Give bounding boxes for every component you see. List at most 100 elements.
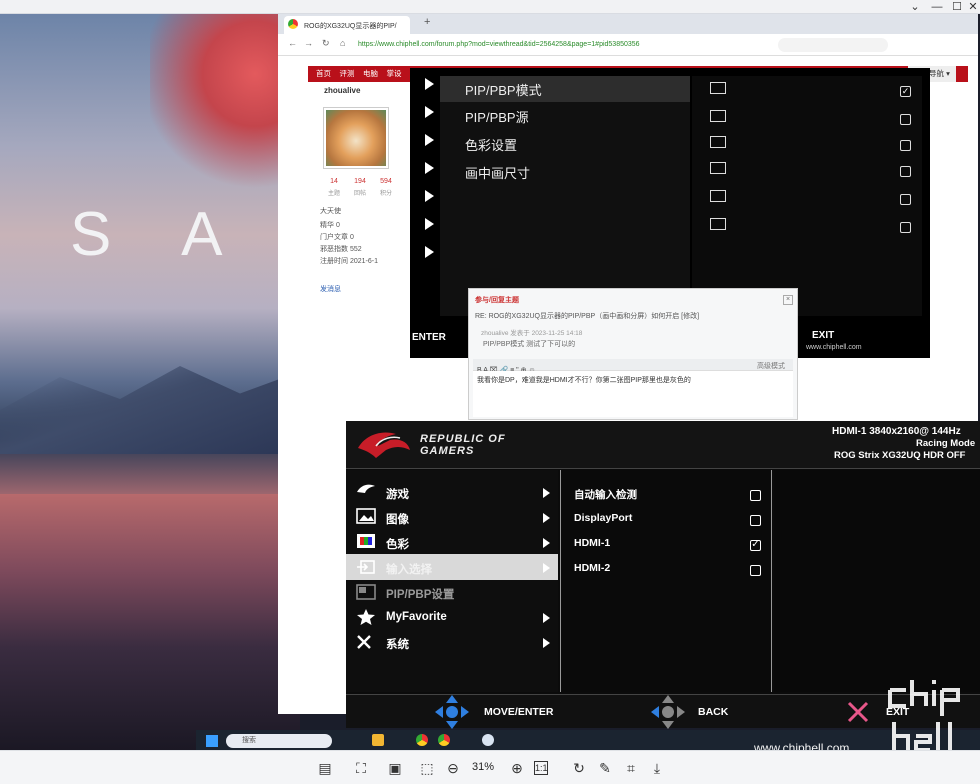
checkbox[interactable]	[750, 565, 761, 576]
move-enter-label: MOVE/ENTER	[484, 706, 554, 718]
mode-status: Racing Mode	[916, 438, 976, 449]
forward-icon[interactable]: →	[304, 38, 313, 48]
browser-tab[interactable]: ROG的XG32UQ显示器的PIP/	[284, 16, 410, 34]
pip-icon	[356, 584, 376, 600]
checkbox[interactable]	[750, 490, 761, 501]
crop-icon[interactable]: ⌗	[622, 759, 640, 777]
osd-enter-label: ENTER	[412, 332, 446, 343]
color-icon	[357, 534, 375, 548]
close-icon[interactable]: ×	[783, 295, 793, 305]
osd-menu-image[interactable]: 图像	[386, 511, 409, 527]
stat-value: 194	[354, 178, 366, 185]
watermark-small: www.chiphell.com	[806, 344, 862, 351]
layout-icon[interactable]: ▤	[316, 759, 334, 777]
dpad-icon	[435, 695, 469, 729]
taskbar-search[interactable]: 搜索	[226, 734, 332, 748]
osd-menu-input[interactable]: 输入选择	[386, 561, 432, 577]
info-line: 邪恶指数 552	[320, 246, 362, 253]
viewer-toolbar: ▤ ⛶ ▣ ⬚ ⊖ 31% ⊕ 1:1 ↻ ✎ ⌗ ⤓	[0, 750, 980, 784]
chrome-icon[interactable]	[438, 734, 450, 746]
layout-icon	[710, 162, 726, 174]
fullscreen-icon[interactable]: ⬚	[418, 759, 436, 777]
zoom-out-icon[interactable]: ⊖	[444, 759, 462, 777]
poster-name[interactable]: zhoualive	[324, 86, 360, 95]
checkbox[interactable]	[750, 515, 761, 526]
input-option[interactable]: HDMI-2	[574, 562, 610, 574]
folder-icon[interactable]	[372, 734, 384, 746]
osd-menu-system[interactable]: 系统	[386, 636, 409, 652]
arrow-right-icon	[425, 134, 434, 146]
star-icon	[357, 609, 375, 625]
refresh-icon[interactable]: ↻	[322, 38, 330, 49]
crop-select-icon[interactable]: ▣	[386, 759, 404, 777]
photo-canvas: S A T U ROG的XG32UQ显示器的PIP/ + ← → ↻ ⌂ htt…	[0, 14, 980, 750]
windows-start-icon[interactable]	[206, 735, 218, 747]
actual-size-icon[interactable]: 1:1	[534, 761, 548, 775]
back-icon[interactable]: ←	[288, 38, 297, 48]
info-line: 门户文章 0	[320, 234, 354, 241]
zoom-in-icon[interactable]: ⊕	[508, 759, 526, 777]
fit-screen-icon[interactable]: ⛶	[352, 759, 370, 777]
collapse-button[interactable]: ⌄	[904, 1, 926, 13]
osd-menu-pip[interactable]: PIP/PBP设置	[386, 586, 454, 602]
pip-menu-item: 画中画尺寸	[465, 166, 531, 181]
checkbox	[900, 194, 911, 205]
rog-brand-line: REPUBLIC OF	[420, 433, 506, 445]
forum-nav-item[interactable]: 电脑	[363, 66, 378, 82]
quote-text: PIP/PBP模式 测试了下可以的	[483, 341, 576, 348]
osd-menu-game[interactable]: 游戏	[386, 486, 409, 502]
input-option[interactable]: 自动输入检测	[574, 487, 637, 502]
close-icon	[847, 701, 869, 723]
user-rank: 大天使	[320, 208, 341, 215]
checkbox	[900, 222, 911, 233]
rotate-icon[interactable]: ↻	[570, 759, 588, 777]
forum-nav-item[interactable]: 评测	[340, 66, 355, 82]
input-option[interactable]: HDMI-1	[574, 537, 610, 549]
wrench-icon	[357, 635, 371, 649]
menu-selection-highlight	[346, 554, 558, 580]
forum-nav-item[interactable]: 掌设	[387, 66, 402, 82]
rog-logo-icon	[358, 432, 410, 458]
forum-nav-item[interactable]: 首页	[316, 66, 331, 82]
rog-brand-line: GAMERS	[420, 445, 475, 457]
minimize-button[interactable]: —	[926, 1, 948, 13]
chrome-icon[interactable]	[416, 734, 428, 746]
advanced-mode-link[interactable]: 高级模式	[757, 361, 785, 371]
address-bar: ← → ↻ ⌂ https://www.chiphell.com/forum.p…	[278, 34, 978, 56]
rog-brand: REPUBLIC OF GAMERS	[420, 433, 506, 457]
checkbox-checked[interactable]: ✓	[750, 540, 761, 551]
wallpaper-lake	[0, 494, 300, 750]
osd-menu-favorite[interactable]: MyFavorite	[386, 611, 447, 623]
chrome-icon	[288, 19, 298, 29]
back-dpad-icon	[651, 695, 685, 729]
layout-icon	[710, 218, 726, 230]
checkbox-checked: ✓	[900, 86, 911, 97]
quote-meta: zhoualive 发表于 2023-11-25 14:18	[481, 330, 583, 337]
dialog-title: 参与/回复主题	[475, 297, 519, 304]
stat-label: 主题	[327, 191, 340, 197]
app-icon[interactable]	[482, 734, 494, 746]
photo-viewer-window: ⌄ — ☐ ✕ S A T U ROG的XG32UQ显示器的PIP/ + ← →…	[0, 0, 980, 784]
osd-main-menu	[346, 470, 558, 692]
layout-icon	[710, 110, 726, 122]
osd-detail-panel	[774, 470, 980, 692]
browser-search-input[interactable]	[778, 38, 888, 52]
input-icon	[357, 560, 375, 574]
url-input[interactable]: https://www.chiphell.com/forum.php?mod=v…	[358, 38, 738, 52]
send-message-link[interactable]: 发消息	[320, 284, 341, 294]
reply-text: 我看你是DP，难道我是HDMI才不行？你第二张图PIP那里也是灰色的	[477, 377, 691, 384]
avatar[interactable]	[324, 108, 388, 168]
home-icon[interactable]: ⌂	[340, 38, 345, 48]
close-button[interactable]: ✕	[962, 1, 980, 13]
new-tab-icon[interactable]: +	[424, 16, 430, 28]
stat-label: 积分	[379, 191, 392, 197]
arrow-right-icon	[425, 246, 434, 258]
osd-menu-color[interactable]: 色彩	[386, 536, 409, 552]
input-option[interactable]: DisplayPort	[574, 512, 632, 524]
poster-sidebar: zhoualive 14 194 594 主题 回帖 积分 大天使 精华 0 门…	[308, 84, 392, 304]
download-icon[interactable]: ⤓	[648, 759, 666, 777]
signal-status: HDMI-1 3840x2160@ 144Hz	[832, 426, 961, 437]
edit-icon[interactable]: ✎	[596, 759, 614, 777]
checkbox	[900, 114, 911, 125]
checkbox	[900, 166, 911, 177]
